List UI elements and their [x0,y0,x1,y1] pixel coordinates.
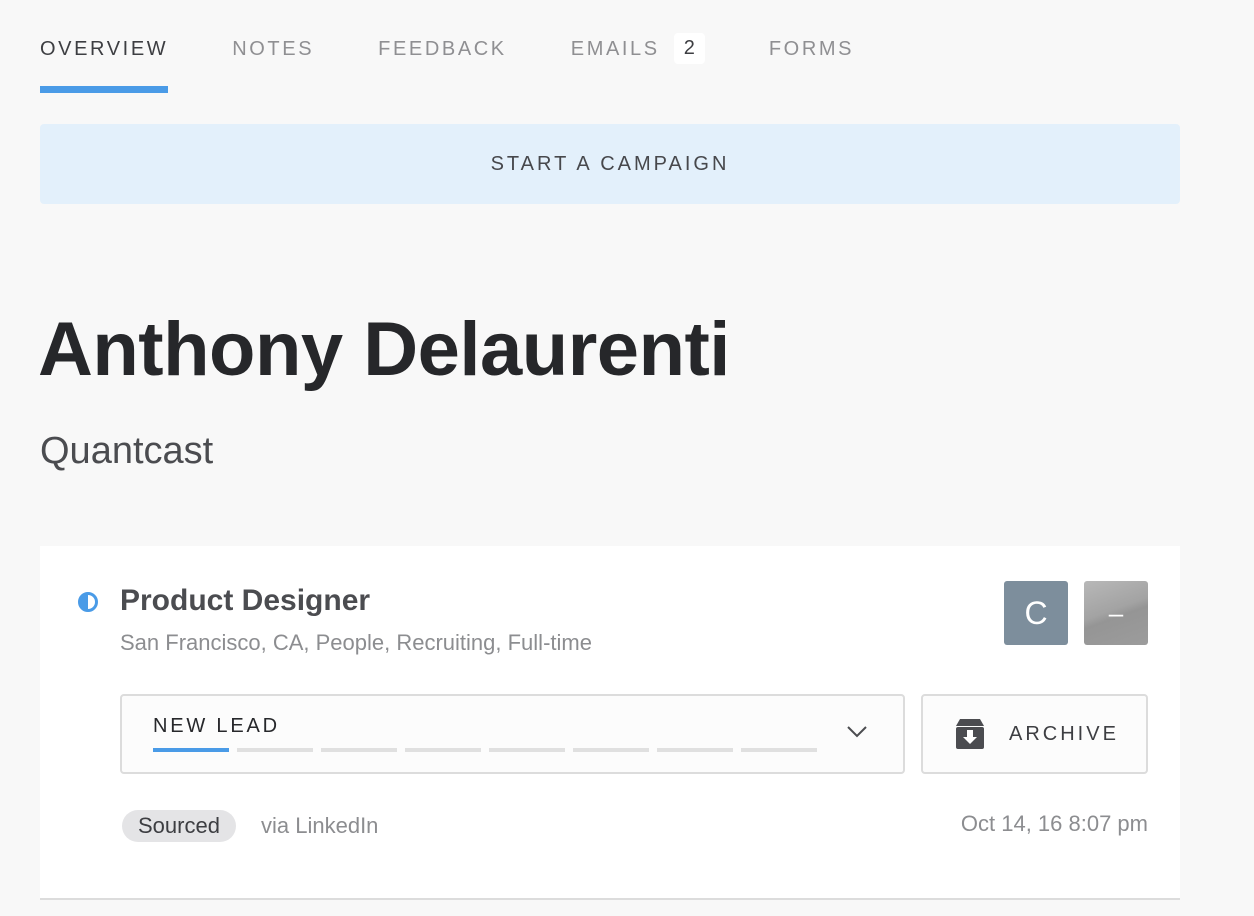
stage-step [573,748,649,752]
start-campaign-label: START A CAMPAIGN [490,152,730,175]
tab-emails[interactable]: EMAILS 2 [571,0,705,93]
start-campaign-button[interactable]: START A CAMPAIGN [40,124,1180,204]
created-timestamp: Oct 14, 16 8:07 pm [960,811,1148,836]
chevron-down-icon [847,726,867,738]
source-text: via LinkedIn [261,813,379,838]
origin-badge-label: Sourced [138,813,220,838]
stage-dropdown[interactable]: NEW LEAD [120,694,905,774]
emails-count-badge: 2 [673,33,705,64]
tab-feedback[interactable]: FEEDBACK [378,0,507,93]
unassigned-avatar-initial: – [1108,597,1124,628]
stage-step [489,748,565,752]
tab-overview[interactable]: OVERVIEW [40,0,169,93]
stage-step [153,748,229,752]
tab-overview-label: OVERVIEW [40,38,169,60]
owner-avatar-initial: C [1024,594,1048,631]
tab-forms-label: FORMS [768,38,855,60]
archive-label: ARCHIVE [1009,722,1119,745]
tab-feedback-label: FEEDBACK [378,38,507,60]
contact-name: Anthony Delaurenti [38,307,730,392]
tab-forms[interactable]: FORMS [769,0,854,93]
opportunity-card: Product Designer San Francisco, CA, Peop… [40,546,1180,900]
stage-progress [153,748,825,752]
tab-notes[interactable]: NOTES [232,0,314,93]
posting-details: San Francisco, CA, People, Recruiting, F… [120,630,592,655]
archive-box-icon [956,719,984,749]
origin-badge: Sourced [122,810,236,842]
tab-bar: OVERVIEW NOTES FEEDBACK EMAILS 2 FORMS [40,0,918,93]
unassigned-avatar[interactable]: – [1084,581,1148,645]
stage-step [405,748,481,752]
stage-step [741,748,817,752]
posting-title[interactable]: Product Designer [120,584,370,618]
tab-notes-label: NOTES [232,38,315,60]
stage-step [321,748,397,752]
stage-label: NEW LEAD [153,715,280,737]
contact-company: Quantcast [40,430,214,472]
stage-step [237,748,313,752]
archive-button[interactable]: ARCHIVE [921,694,1148,774]
stage-step [657,748,733,752]
tab-emails-label: EMAILS [570,38,660,60]
half-circle-status-icon [78,592,98,612]
owner-avatar[interactable]: C [1004,581,1068,645]
